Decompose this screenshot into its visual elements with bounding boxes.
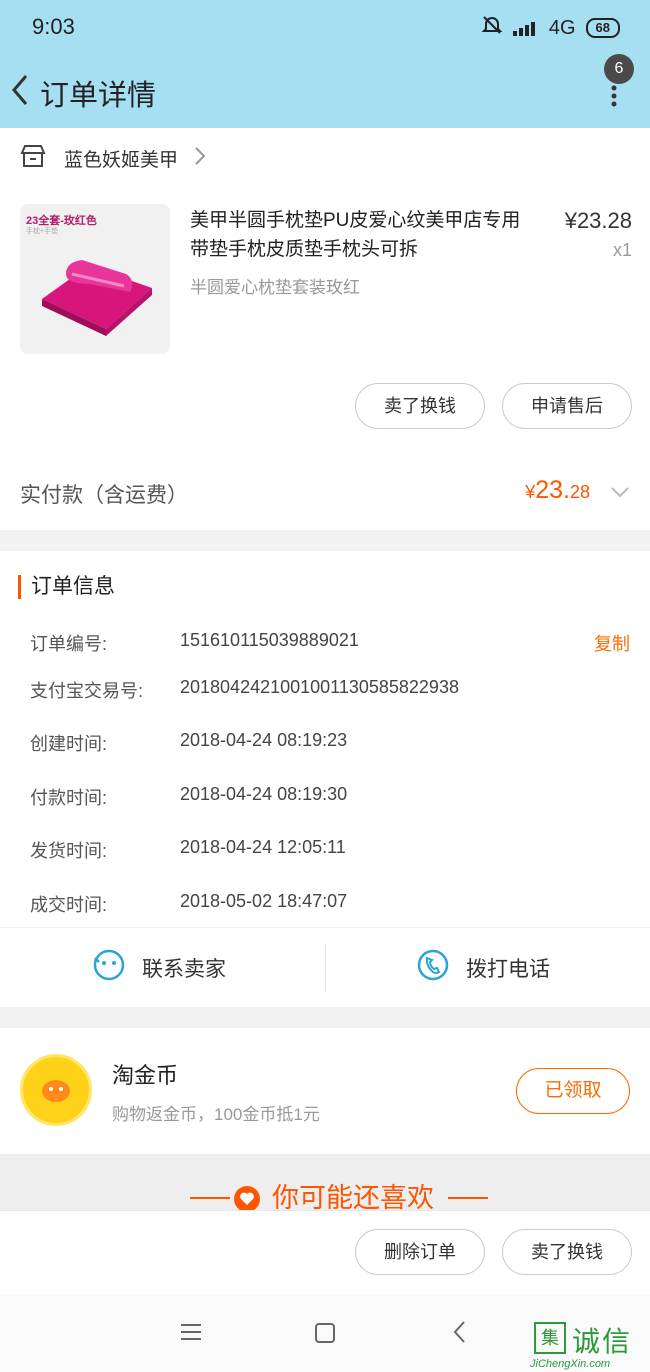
product-image[interactable]: 23全套-玫红色 手枕+手垫 (20, 204, 170, 354)
bottom-action-bar: 删除订单 卖了换钱 (0, 1210, 650, 1294)
coin-subtitle: 购物返金币，100金币抵1元 (112, 1105, 320, 1124)
alipay-trade-label: 支付宝交易号: (30, 681, 144, 701)
recommend-title: 你可能还喜欢 (272, 1183, 434, 1210)
shop-row[interactable]: 蓝色妖姬美甲 (20, 144, 206, 172)
created-time-label: 创建时间: (30, 734, 108, 754)
heart-icon (234, 1186, 260, 1210)
alipay-trade-value: 2018042421001001130585822938 (180, 677, 459, 697)
created-time-value: 2018-04-24 08:19:23 (180, 730, 348, 750)
paid-amount-dec: 28 (569, 482, 590, 502)
signal-icon (512, 20, 539, 36)
coin-icon (20, 1054, 92, 1126)
product-spec: 半圆爱心枕垫套装玫红 (190, 278, 360, 297)
call-phone-button[interactable]: 拨打电话 (416, 928, 550, 1008)
header: 订单详情 6 (0, 54, 650, 128)
currency-symbol: ¥ (525, 482, 536, 502)
watermark-text: 诚信 (572, 1326, 633, 1357)
paid-time-label: 付款时间: (30, 788, 108, 808)
status-icons: 4G 68 (481, 14, 620, 42)
phone-icon (416, 948, 450, 988)
notification-badge: 6 (604, 54, 634, 84)
order-number-value: 151610115039889021 (180, 630, 359, 650)
wrist-pillow-illustration (42, 260, 152, 336)
paid-time-value: 2018-04-24 08:19:30 (180, 784, 348, 804)
coin-claimed-button[interactable]: 已领取 (516, 1068, 630, 1114)
chat-icon (92, 948, 126, 988)
contact-bar: 联系卖家 拨打电话 (0, 927, 650, 1007)
product-price: ¥23.28 (564, 208, 632, 233)
paid-amount: ¥23.28 (525, 476, 590, 505)
order-product-card: 蓝色妖姬美甲 23全套-玫红色 手枕+手垫 美甲半圆手枕垫PU皮爱心纹美甲店专用… (0, 128, 650, 530)
decor-line-right (448, 1197, 488, 1199)
mute-icon (481, 14, 503, 42)
section-title: 订单信息 (18, 575, 115, 599)
chevron-down-icon[interactable] (610, 485, 630, 503)
product-title[interactable]: 美甲半圆手枕垫PU皮爱心纹美甲店专用带垫手枕皮质垫手枕头可拆 (190, 206, 530, 264)
call-phone-label: 拨打电话 (466, 958, 550, 981)
network-type: 4G (548, 16, 576, 39)
back-nav-icon[interactable] (452, 1320, 468, 1349)
store-icon (20, 144, 46, 173)
copy-button[interactable]: 复制 (594, 630, 630, 656)
decor-line-left (190, 1197, 230, 1199)
back-icon[interactable] (8, 72, 34, 108)
recommend-header: 你可能还喜欢 (0, 1154, 650, 1210)
paid-label: 实付款（含运费） (20, 484, 188, 507)
shipped-time-label: 发货时间: (30, 841, 108, 861)
bottom-sell-button[interactable]: 卖了换钱 (502, 1229, 632, 1275)
status-time: 9:03 (32, 14, 75, 39)
watermark-glyph: 集 (534, 1322, 566, 1354)
home-icon[interactable] (314, 1322, 336, 1349)
contact-seller-button[interactable]: 联系卖家 (92, 928, 226, 1008)
after-sale-button[interactable]: 申请售后 (502, 383, 632, 429)
watermark-url: JiChengXin.com (530, 1358, 611, 1370)
completed-time-value: 2018-05-02 18:47:07 (180, 891, 348, 911)
menu-icon[interactable] (180, 1322, 202, 1347)
sell-button[interactable]: 卖了换钱 (355, 383, 485, 429)
delete-order-button[interactable]: 删除订单 (355, 1229, 485, 1275)
watermark-logo: 集 诚信 JiChengXin.com (528, 1318, 650, 1372)
contact-seller-label: 联系卖家 (142, 958, 226, 981)
order-number-label: 订单编号: (30, 634, 108, 654)
order-info-card: 订单信息 订单编号: 151610115039889021 复制 支付宝交易号:… (0, 551, 650, 1007)
coin-card: 淘金币 购物返金币，100金币抵1元 已领取 (0, 1028, 650, 1154)
page-title: 订单详情 (40, 80, 157, 112)
divider (325, 944, 326, 992)
battery-icon: 68 (585, 18, 620, 38)
product-quantity: x1 (612, 240, 632, 260)
shop-name: 蓝色妖姬美甲 (64, 149, 179, 171)
chevron-right-icon (194, 146, 206, 171)
paid-amount-int: 23. (535, 476, 570, 504)
shipped-time-value: 2018-04-24 12:05:11 (180, 837, 346, 857)
status-bar: 9:03 4G 68 (0, 0, 650, 56)
coin-title: 淘金币 (112, 1063, 179, 1088)
completed-time-label: 成交时间: (30, 895, 108, 915)
